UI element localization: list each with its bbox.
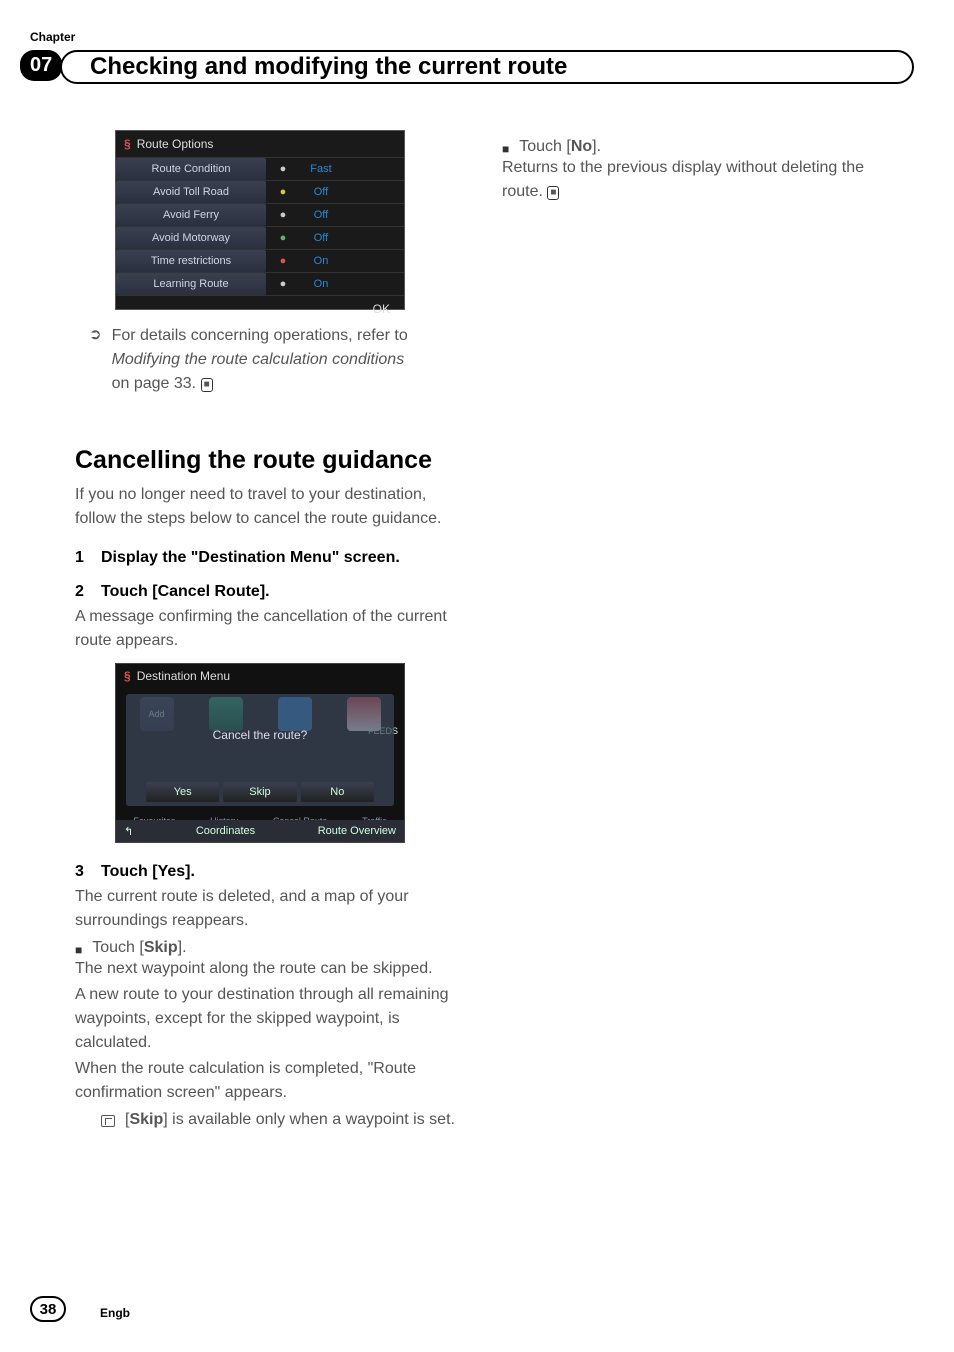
page-title: Checking and modifying the current route xyxy=(90,53,567,81)
chapter-title-bar: Checking and modifying the current route xyxy=(60,50,914,84)
route-options-screenshot: Route Options Route Condition●FastAvoid … xyxy=(115,130,405,310)
reference-arrow-icon: ➲ xyxy=(89,324,102,396)
dialog-skip-button[interactable]: Skip xyxy=(223,782,296,802)
step-2: 2Touch [Cancel Route]. xyxy=(75,583,467,601)
touch-no-bullet: ■ Touch [No]. xyxy=(502,138,894,156)
route-option-row: Avoid Toll Road ●Off xyxy=(116,181,404,204)
route-options-header: Route Options xyxy=(116,131,404,158)
skip-body-2: A new route to your destination through … xyxy=(75,983,467,1055)
touch-skip-bullet: ■ Touch [Skip]. xyxy=(75,939,467,957)
chart-icon: ● xyxy=(270,278,296,290)
stop-icon: ■ xyxy=(201,378,213,392)
language-label: Engb xyxy=(100,1306,130,1320)
section-heading-cancelling: Cancelling the route guidance xyxy=(75,446,467,475)
destination-menu-header: Destination Menu xyxy=(116,664,404,688)
route-option-value: On xyxy=(296,255,346,267)
motorway-icon: ● xyxy=(270,232,296,244)
route-option-button[interactable]: Avoid Motorway xyxy=(116,227,266,249)
chapter-number-badge: 07 xyxy=(20,50,62,81)
section-intro: If you no longer need to travel to your … xyxy=(75,483,467,531)
route-option-button[interactable]: Avoid Toll Road xyxy=(116,181,266,203)
dialog-no-button[interactable]: No xyxy=(301,782,374,802)
route-option-row: Avoid Motorway ●Off xyxy=(116,227,404,250)
reference-tail: on page 33. xyxy=(112,375,197,392)
route-option-value: Fast xyxy=(296,163,346,175)
destination-menu-screenshot: Destination Menu Add FEEDS Cancel the ro… xyxy=(115,663,405,843)
dialog-yes-button[interactable]: Yes xyxy=(146,782,219,802)
reference-lead: For details concerning operations, refer… xyxy=(112,327,408,344)
left-column: Route Options Route Condition●FastAvoid … xyxy=(75,130,467,1129)
step-3: 3Touch [Yes]. xyxy=(75,863,467,881)
page-number: 38 xyxy=(30,1296,66,1322)
step-1: 1Display the "Destination Menu" screen. xyxy=(75,549,467,567)
clock-icon: ● xyxy=(270,255,296,267)
note-icon xyxy=(101,1115,115,1127)
step-2-body: A message confirming the cancellation of… xyxy=(75,605,467,653)
square-bullet-icon: ■ xyxy=(502,138,509,156)
cancel-route-prompt: Cancel the route? xyxy=(213,728,308,742)
skip-availability-note: [Skip] is available only when a waypoint… xyxy=(75,1111,467,1129)
route-option-value: Off xyxy=(296,209,346,221)
route-option-value: Off xyxy=(296,232,346,244)
route-option-button[interactable]: Learning Route xyxy=(116,273,266,295)
cross-reference: ➲ For details concerning operations, ref… xyxy=(75,324,467,396)
footer-coordinates[interactable]: Coordinates xyxy=(196,825,255,837)
route-option-row: Learning Route ●On xyxy=(116,273,404,296)
step-3-body: The current route is deleted, and a map … xyxy=(75,885,467,933)
route-option-row: Avoid Ferry ●Off xyxy=(116,204,404,227)
route-option-button[interactable]: Route Condition xyxy=(116,158,266,180)
route-option-button[interactable]: Time restrictions xyxy=(116,250,266,272)
route-option-value: On xyxy=(296,278,346,290)
footer-back-icon[interactable]: ↰ xyxy=(124,825,133,838)
route-option-button[interactable]: Avoid Ferry xyxy=(116,204,266,226)
route-options-ok-button[interactable]: OK xyxy=(116,296,404,316)
reference-italic: Modifying the route calculation conditio… xyxy=(112,351,405,368)
skip-body-1: The next waypoint along the route can be… xyxy=(75,957,467,981)
ferry-icon: ● xyxy=(270,209,296,221)
stop-icon: ■ xyxy=(547,186,559,200)
right-column: ■ Touch [No]. Returns to the previous di… xyxy=(502,130,894,1129)
square-bullet-icon: ■ xyxy=(75,939,82,957)
route-option-row: Time restrictions ●On xyxy=(116,250,404,273)
chapter-label: Chapter xyxy=(30,30,75,44)
blue-car-icon: ● xyxy=(270,163,296,175)
route-option-value: Off xyxy=(296,186,346,198)
route-option-row: Route Condition ●Fast xyxy=(116,158,404,181)
footer-route-overview[interactable]: Route Overview xyxy=(318,825,396,837)
no-body: Returns to the previous display without … xyxy=(502,156,894,204)
coin-icon: ● xyxy=(270,186,296,198)
skip-body-3: When the route calculation is completed,… xyxy=(75,1057,467,1105)
